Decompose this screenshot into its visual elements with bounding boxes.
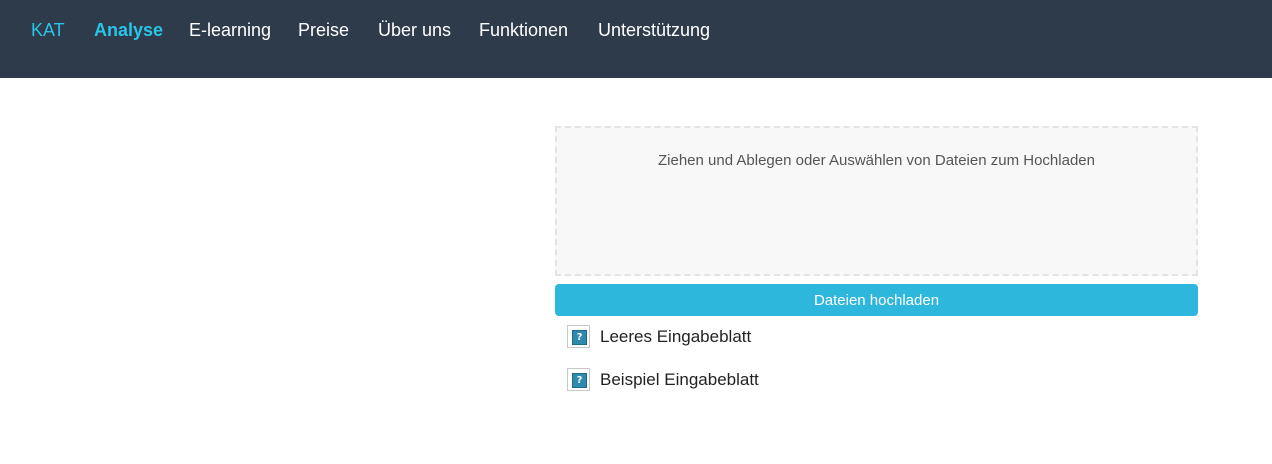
nav-item-analyse[interactable]: Analyse — [94, 19, 163, 41]
upload-files-button[interactable]: Dateien hochladen — [555, 284, 1198, 316]
file-link-label: Leeres Eingabeblatt — [600, 327, 752, 346]
nav-item-unterstuetzung[interactable]: Unterstützung — [598, 19, 710, 41]
file-link-label: Beispiel Eingabeblatt — [600, 370, 759, 389]
nav-item-funktionen[interactable]: Funktionen — [479, 19, 568, 41]
broken-image-icon: ? — [567, 325, 590, 348]
file-dropzone[interactable]: Ziehen und Ablegen oder Auswählen von Da… — [555, 126, 1198, 276]
dropzone-instruction: Ziehen und Ablegen oder Auswählen von Da… — [658, 152, 1095, 169]
broken-image-icon: ? — [567, 368, 590, 391]
nav-item-ueber-uns[interactable]: Über uns — [378, 19, 451, 41]
nav-item-e-learning[interactable]: E-learning — [189, 19, 271, 41]
brand-logo-link[interactable]: KAT — [31, 19, 65, 41]
nav-item-preise[interactable]: Preise — [298, 19, 349, 41]
top-navbar: KAT Analyse E-learning Preise Über uns F… — [0, 0, 1272, 78]
